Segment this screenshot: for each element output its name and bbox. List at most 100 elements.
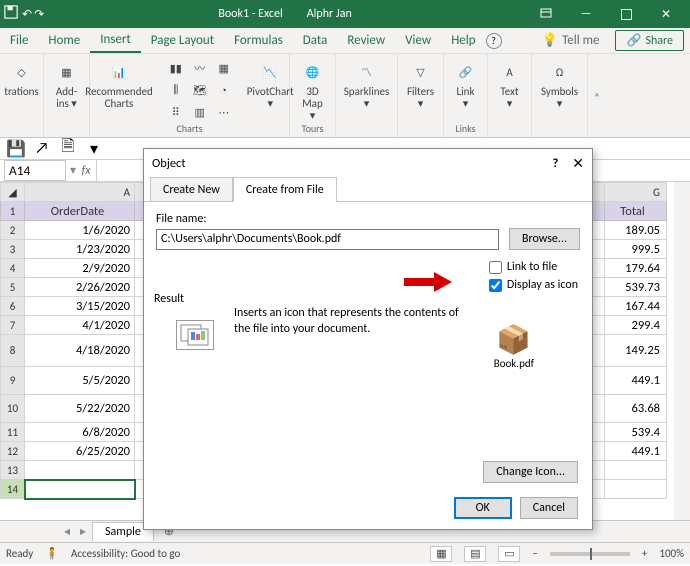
cell[interactable]: 5/22/2020 (25, 395, 135, 423)
symbols-button[interactable]: Ω Symbols ▾ (537, 58, 582, 112)
display-as-icon-checkbox[interactable]: Display as icon (489, 278, 578, 292)
tab-insert[interactable]: Insert (90, 28, 141, 53)
chart-hist-icon[interactable]: ⫼ (165, 80, 187, 100)
tabnav-prev-icon[interactable]: ◂ (60, 524, 74, 539)
link-button[interactable]: 🔗 Link ▾ (450, 58, 482, 112)
cell[interactable]: 1/6/2020 (25, 221, 135, 240)
zoom-slider[interactable] (550, 552, 630, 556)
tab-view[interactable]: View (395, 29, 441, 52)
chart-pie-icon[interactable]: ◔ (213, 80, 235, 100)
chevron-down-icon[interactable]: ▾ (84, 140, 104, 158)
col-header-G[interactable]: G (605, 183, 667, 202)
display-icon-checkbox-input[interactable] (489, 279, 502, 292)
chart-bar-icon[interactable]: ▮▮ (165, 58, 187, 78)
text-button[interactable]: A Text ▾ (494, 58, 526, 112)
dialog-help-icon[interactable]: ? (552, 156, 558, 171)
link-to-file-checkbox[interactable]: Link to file (489, 260, 578, 274)
col-header-A[interactable]: A (25, 183, 135, 202)
cell[interactable]: 6/25/2020 (25, 442, 135, 461)
cell[interactable]: 449.1 (605, 367, 667, 395)
redo-icon[interactable]: ↷ (34, 7, 44, 22)
vertical-scrollbar[interactable] (674, 182, 690, 520)
chart-scatter-icon[interactable]: ⠿ (165, 102, 187, 122)
active-cell[interactable] (25, 480, 135, 499)
cell[interactable]: 167.44 (605, 297, 667, 316)
tab-formulas[interactable]: Formulas (224, 29, 293, 52)
collapse-ribbon-icon[interactable]: ˄ (594, 91, 600, 104)
name-box[interactable] (4, 160, 66, 181)
ribbon-options-icon[interactable] (526, 0, 566, 28)
zoom-out-icon[interactable]: − (532, 547, 537, 560)
file-name-input[interactable] (156, 229, 499, 250)
tab-create-from-file[interactable]: Create from File (233, 177, 337, 202)
cell[interactable] (25, 461, 135, 480)
undo-icon[interactable]: ↶ (22, 7, 32, 22)
tab-create-new[interactable]: Create New (150, 177, 233, 202)
dialog-close-icon[interactable]: ✕ (572, 155, 584, 172)
minimize-icon[interactable]: — (566, 0, 606, 28)
autosave-icon[interactable] (4, 5, 18, 23)
cell[interactable]: 3/15/2020 (25, 297, 135, 316)
cell[interactable] (605, 461, 667, 480)
browse-button[interactable]: Browse... (509, 228, 580, 250)
share-button[interactable]: 🔗Share (615, 30, 684, 51)
maximize-icon[interactable] (606, 0, 646, 28)
tell-me[interactable]: Tell me (562, 29, 609, 52)
arrow-icon[interactable]: ↗ (32, 140, 52, 158)
tab-page-layout[interactable]: Page Layout (141, 29, 224, 52)
chart-map-icon[interactable]: 🗺 (189, 80, 211, 100)
cell[interactable]: 5/5/2020 (25, 367, 135, 395)
cell[interactable]: 539.4 (605, 423, 667, 442)
cell[interactable]: 449.1 (605, 442, 667, 461)
user-name: Alphr Jan (307, 7, 352, 21)
tabnav-next-icon[interactable]: ▸ (76, 524, 90, 539)
cell[interactable]: 4/1/2020 (25, 316, 135, 335)
chart-treemap-icon[interactable]: ▦ (213, 58, 235, 78)
sparklines-button[interactable]: 〽 Sparklines ▾ (340, 58, 394, 112)
doc-icon[interactable]: 🗎 (58, 140, 78, 158)
chart-more-icon[interactable]: ⋯ (213, 102, 235, 122)
help-icon[interactable]: ? (486, 33, 502, 49)
tab-review[interactable]: Review (337, 29, 395, 52)
cell[interactable]: 999.5 (605, 240, 667, 259)
cell[interactable]: 2/9/2020 (25, 259, 135, 278)
zoom-level[interactable]: 100% (659, 547, 684, 560)
filters-button[interactable]: ▽ Filters ▾ (403, 58, 438, 112)
view-pagebreak-icon[interactable]: ▭ (498, 546, 520, 562)
fx-icon[interactable]: fx (76, 164, 96, 178)
addins-button[interactable]: ▦ Add-ins ▾ (50, 58, 83, 112)
cell[interactable]: 299.4 (605, 316, 667, 335)
illustrations-button[interactable]: ◇ trations (0, 58, 42, 100)
cell[interactable]: OrderDate (25, 202, 135, 221)
3dmap-button[interactable]: 🌐 3D Map ▾ (296, 58, 329, 124)
cell[interactable]: Total (605, 202, 667, 221)
tab-home[interactable]: Home (38, 29, 90, 52)
link-checkbox-input[interactable] (489, 261, 502, 274)
row-header[interactable]: 1 (1, 202, 25, 221)
change-icon-button[interactable]: Change Icon... (483, 461, 578, 483)
cell[interactable]: 4/18/2020 (25, 335, 135, 367)
cell[interactable]: 149.25 (605, 335, 667, 367)
select-all[interactable]: ◢ (1, 183, 25, 202)
cell[interactable]: 2/26/2020 (25, 278, 135, 297)
cell[interactable]: 1/23/2020 (25, 240, 135, 259)
cell[interactable]: 539.73 (605, 278, 667, 297)
ok-button[interactable]: OK (454, 497, 512, 519)
cell[interactable] (605, 480, 667, 499)
cell[interactable]: 179.64 (605, 259, 667, 278)
tab-data[interactable]: Data (293, 29, 338, 52)
close-icon[interactable]: ✕ (646, 0, 686, 28)
zoom-in-icon[interactable]: + (642, 547, 647, 560)
chart-line-icon[interactable]: 〰 (189, 58, 211, 78)
cancel-button[interactable]: Cancel (520, 497, 578, 519)
view-pagelayout-icon[interactable]: ▤ (464, 546, 486, 562)
chart-combo-icon[interactable]: ▥ (189, 102, 211, 122)
cell[interactable]: 63.68 (605, 395, 667, 423)
recommended-charts-button[interactable]: 📊 Recommended Charts (81, 58, 156, 112)
cell[interactable]: 189.05 (605, 221, 667, 240)
tab-help[interactable]: Help (441, 29, 485, 52)
cell[interactable]: 6/8/2020 (25, 423, 135, 442)
view-normal-icon[interactable]: ▦ (430, 546, 452, 562)
save-icon[interactable]: 💾 (6, 140, 26, 158)
tab-file[interactable]: File (0, 29, 38, 52)
